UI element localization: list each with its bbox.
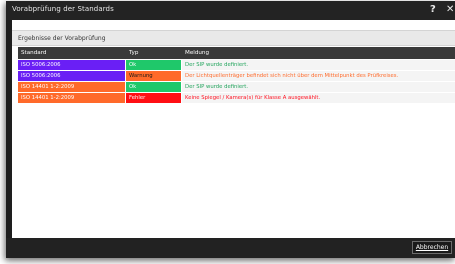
message-cell: Der SIP wurde definiert. [182, 82, 455, 92]
type-cell-ok: Ok [126, 60, 181, 70]
close-button[interactable]: ✕ [446, 4, 454, 15]
standard-cell: ISO 14401 1-2:2009 [18, 82, 125, 92]
header-standard[interactable]: Standard [21, 50, 46, 56]
table-header: Standard Typ Meldung [18, 47, 455, 59]
message-cell: Keine Spiegel / Kamera(s) für Klasse A a… [182, 93, 455, 103]
table-row[interactable]: ISO 5006:2006 Warnung Der Lichtquellentr… [18, 71, 455, 82]
table-row[interactable]: ISO 5006:2006 Ok Der SIP wurde definiert… [18, 60, 455, 71]
help-button[interactable]: ? [430, 4, 436, 15]
standard-cell: ISO 5006:2006 [18, 60, 125, 70]
type-cell-ok: Ok [126, 82, 181, 92]
table-row[interactable]: ISO 14401 1-2:2009 Fehler Keine Spiegel … [18, 93, 455, 104]
footer-bar: Abbrechen [6, 238, 455, 258]
standard-cell: ISO 14401 1-2:2009 [18, 93, 125, 103]
message-cell: Der Lichtquellenträger befindet sich nic… [182, 71, 455, 81]
type-cell-error: Fehler [126, 93, 181, 103]
dialog-title: Vorabprüfung der Standards [12, 5, 114, 13]
table-row[interactable]: ISO 14401 1-2:2009 Ok Der SIP wurde defi… [18, 82, 455, 93]
title-bar: Vorabprüfung der Standards ? ✕ [6, 1, 455, 20]
message-cell: Der SIP wurde definiert. [182, 60, 455, 70]
header-meldung[interactable]: Meldung [185, 50, 209, 56]
results-table: Standard Typ Meldung ISO 5006:2006 Ok De… [18, 47, 455, 238]
cancel-button[interactable]: Abbrechen [412, 241, 452, 254]
header-typ[interactable]: Typ [129, 50, 138, 56]
results-group-header: Ergebnisse der Vorabprüfung [12, 30, 455, 46]
content-panel: Ergebnisse der Vorabprüfung Standard Typ… [12, 20, 455, 238]
results-group-label: Ergebnisse der Vorabprüfung [18, 35, 106, 42]
standard-cell: ISO 5006:2006 [18, 71, 125, 81]
precheck-dialog: Vorabprüfung der Standards ? ✕ Ergebniss… [6, 1, 455, 258]
type-cell-warning: Warnung [126, 71, 181, 81]
